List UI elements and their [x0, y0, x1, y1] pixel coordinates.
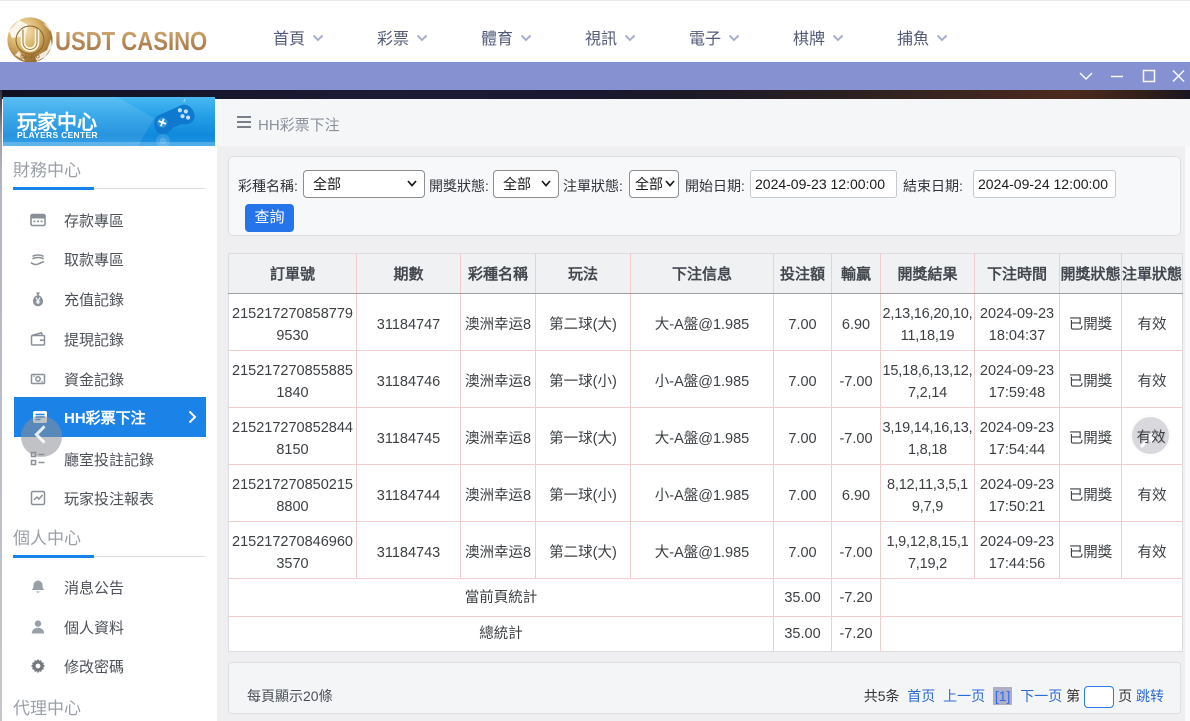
- svg-text:¥: ¥: [35, 296, 40, 306]
- svg-text:CASINO: CASINO: [20, 55, 40, 61]
